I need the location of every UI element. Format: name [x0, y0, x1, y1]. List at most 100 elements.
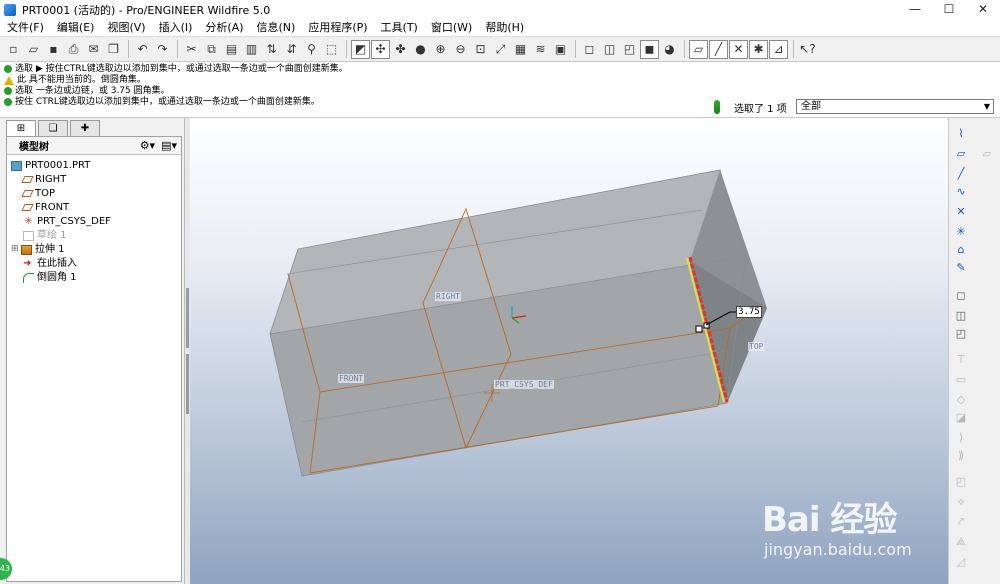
zoom-in-icon[interactable]: ⊕ [431, 40, 450, 59]
splitter-grip[interactable] [186, 354, 189, 414]
message-line: 按住 CTRL键选取边以添加到集中，或通过选取一条边或一个曲面创建新集。 [4, 97, 320, 107]
enhanced-realism-icon[interactable]: ◕ [660, 40, 679, 59]
round-tool-icon[interactable]: ▭ [953, 372, 969, 388]
paste-icon[interactable]: ▤ [222, 40, 241, 59]
merge-tool-icon[interactable]: ⟫ [953, 448, 969, 464]
paste-special-icon[interactable]: ▥ [242, 40, 261, 59]
cut-icon[interactable]: ✂ [182, 40, 201, 59]
undo-icon[interactable]: ↶ [133, 40, 152, 59]
csys-tool-icon[interactable]: ✳ [953, 224, 969, 240]
shading-icon[interactable]: ◼ [640, 39, 659, 59]
expand-icon[interactable]: ⊞ [11, 243, 21, 256]
spin-center-icon[interactable]: ✣ [371, 39, 390, 59]
regen-manager-icon[interactable]: ⇵ [282, 40, 301, 59]
toolbar-divider [793, 40, 794, 58]
orient-icon[interactable]: ✤ [391, 40, 410, 59]
plane-tool-icon[interactable]: ▱ [953, 146, 969, 162]
plane-dis-icon[interactable]: ▱ [979, 146, 995, 162]
tree-item-sketch[interactable]: 草绘 1 [23, 229, 67, 242]
refit-icon[interactable]: ⊡ [471, 40, 490, 59]
shell-tool-icon[interactable]: ◫ [953, 308, 969, 324]
folder-browser-tab-icon[interactable]: ❏ [38, 120, 68, 136]
window-title: PRT0001 (活动的) - Pro/ENGINEER Wildfire 5.… [22, 3, 271, 17]
copy-icon[interactable]: ⧉ [202, 40, 221, 59]
trim-tool-icon[interactable]: ◰ [953, 474, 969, 490]
pattern-tool-icon[interactable]: ◪ [953, 410, 969, 426]
no-hidden-icon[interactable]: ◰ [620, 40, 639, 59]
tree-item-part[interactable]: PRT0001.PRT [11, 159, 90, 172]
axis-tool-icon[interactable]: ╱ [953, 166, 969, 182]
menu-edit[interactable]: 编辑(E) [50, 19, 101, 37]
rib-tool-icon[interactable]: ◰ [953, 326, 969, 342]
regenerate-icon[interactable]: ⇅ [262, 40, 281, 59]
minimize-button[interactable]: — [898, 0, 932, 19]
menu-insert[interactable]: 插入(I) [152, 19, 199, 37]
menu-file[interactable]: 文件(F) [0, 19, 50, 37]
datum-axes-icon[interactable]: ╱ [709, 39, 728, 59]
menu-info[interactable]: 信息(N) [250, 19, 302, 37]
warning-icon [4, 75, 14, 85]
mirror-tool-icon[interactable]: ⟩ [953, 430, 969, 446]
view-manager-icon[interactable]: ▦ [511, 40, 530, 59]
sketch-tool-icon[interactable]: ✎ [953, 260, 969, 276]
tree-item-extrude[interactable]: ⊞ 拉伸 1 [11, 243, 65, 256]
extend-tool-icon[interactable]: ⟡ [953, 494, 969, 510]
open-icon[interactable]: ▱ [24, 40, 43, 59]
graphics-viewport[interactable]: RIGHT FRONT TOP PRT_CSYS_DEF 3.75 Bai 经验… [190, 118, 948, 584]
tree-settings-icon[interactable]: ⚙▾ [140, 139, 155, 152]
new-icon[interactable]: ▫ [4, 40, 23, 59]
tree-item-csys[interactable]: ✳ PRT_CSYS_DEF [23, 215, 111, 228]
csys-icon[interactable]: ✱ [749, 39, 768, 59]
tree-item-round[interactable]: 倒圆角 1 [23, 271, 77, 284]
repaint-icon[interactable]: ◩ [351, 39, 370, 59]
draft-tool-icon[interactable]: ⊤ [953, 352, 969, 368]
annotations-icon[interactable]: ⊿ [769, 39, 788, 59]
menu-tools[interactable]: 工具(T) [374, 19, 424, 37]
round-drag-handle[interactable] [695, 325, 703, 333]
point-tool-icon[interactable]: ✕ [953, 204, 969, 220]
datum-points-icon[interactable]: ✕ [729, 39, 748, 59]
datum-plane-tool-icon[interactable]: ⌇ [953, 126, 969, 142]
redo-icon[interactable]: ↷ [153, 40, 172, 59]
tree-item-insert-here[interactable]: ➜ 在此插入 [23, 257, 77, 270]
tree-item-front[interactable]: FRONT [21, 201, 69, 214]
selection-filter-dropdown[interactable]: 全部 ▼ [796, 99, 994, 114]
saved-views-icon[interactable]: ▣ [551, 40, 570, 59]
tree-item-right[interactable]: RIGHT [21, 173, 66, 186]
print-icon[interactable]: ⎙ [64, 40, 83, 59]
menu-applications[interactable]: 应用程序(P) [301, 19, 373, 37]
reorient-icon[interactable]: ⤢ [491, 40, 510, 59]
thicken-tool-icon[interactable]: ⟁ [953, 534, 969, 550]
copy-file-icon[interactable]: ❐ [104, 40, 123, 59]
select-box-icon[interactable]: ⬚ [322, 40, 341, 59]
wireframe-icon[interactable]: ◻ [580, 40, 599, 59]
help-icon[interactable]: ↖? [798, 40, 817, 59]
curve-tool-icon[interactable]: ∿ [953, 184, 969, 200]
tree-item-top[interactable]: TOP [21, 187, 55, 200]
round-radius-dimension[interactable]: 3.75 [736, 306, 762, 318]
tree-columns-icon[interactable]: ▤▾ [161, 139, 177, 152]
model-tree-tab-icon[interactable]: ⊞ [6, 120, 36, 136]
sketch-icon [23, 230, 34, 241]
zoom-out-icon[interactable]: ⊖ [451, 40, 470, 59]
maximize-button[interactable]: ☐ [932, 0, 966, 19]
analysis-tool-icon[interactable]: ⌂ [953, 242, 969, 258]
menu-view[interactable]: 视图(V) [100, 19, 151, 37]
favorites-tab-icon[interactable]: ✚ [70, 120, 100, 136]
datum-planes-icon[interactable]: ▱ [689, 39, 708, 59]
menu-analysis[interactable]: 分析(A) [198, 19, 249, 37]
email-icon[interactable]: ✉ [84, 40, 103, 59]
close-button[interactable]: ✕ [966, 0, 1000, 19]
hidden-line-icon[interactable]: ◫ [600, 40, 619, 59]
chamfer-tool-icon[interactable]: ◇ [953, 392, 969, 408]
hole-tool-icon[interactable]: ◻ [953, 288, 969, 304]
search-icon[interactable]: ⚲ [302, 40, 321, 59]
menu-help[interactable]: 帮助(H) [478, 19, 530, 37]
solidify-tool-icon[interactable]: ◿ [953, 554, 969, 570]
save-icon[interactable]: ▪ [44, 40, 63, 59]
menu-window[interactable]: 窗口(W) [424, 19, 478, 37]
appearance-icon[interactable]: ● [411, 40, 430, 59]
layers-icon[interactable]: ≋ [531, 40, 550, 59]
offset-tool-icon[interactable]: ⤤ [953, 514, 969, 530]
splitter-grip[interactable] [186, 288, 189, 348]
